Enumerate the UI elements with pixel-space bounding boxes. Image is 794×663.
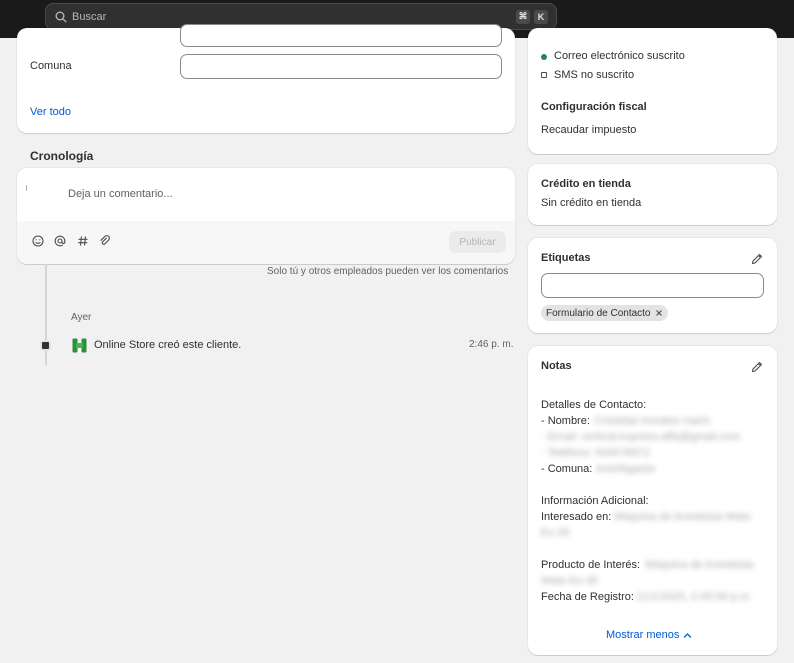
notes-title: Notas [541,360,572,372]
notes-product-value: Máquina de Anestesia [645,559,754,571]
online-store-icon [72,338,87,353]
notes-additional-header: Información Adicional: [541,495,649,507]
notes-comuna-label: - Comuna: [541,463,593,475]
edit-notes-pencil-icon[interactable] [750,360,764,374]
tax-settings-title: Configuración fiscal [541,101,647,113]
tags-input[interactable] [541,273,764,298]
emoji-icon[interactable] [31,234,45,248]
comuna-label: Comuna [30,60,72,72]
comuna-input[interactable] [180,54,502,79]
marketing-tax-card: Correo electrónico suscrito SMS no suscr… [528,28,777,154]
notes-interest-value-cont: Ex-35 [541,527,570,539]
tags-title: Etiquetas [541,252,591,264]
timeline-event-dot [40,340,51,351]
email-subscription-status: Correo electrónico suscrito [554,50,685,62]
notes-product-label: Producto de Interés: [541,559,641,571]
mention-icon[interactable] [53,234,67,248]
search-icon [55,11,67,23]
shortcut-key-k: K [534,9,548,24]
tags-card: Etiquetas Formulario de Contacto [528,238,777,333]
notes-card: Notas Detalles de Contacto: - Nombre: Cr… [528,346,777,655]
tax-settings-value: Recaudar impuesto [541,124,637,136]
notes-date-value: 21/1/2025, 2:45:59 p.m. [636,591,753,603]
see-all-link[interactable]: Ver todo [30,106,71,118]
notes-contact-header: Detalles de Contacto: [541,399,647,411]
publish-button[interactable]: Publicar [449,231,506,253]
comment-visibility-note: Solo tú y otros empleados pueden ver los… [267,266,509,277]
comment-toolbar: Publicar [17,221,515,264]
comment-input[interactable]: Deja un comentario... [68,188,173,200]
show-less-label: Mostrar menos [606,629,680,641]
address-card: Comuna Ver todo [17,24,515,133]
attach-icon[interactable] [98,234,112,248]
chevron-up-icon [684,632,692,638]
store-credit-value: Sin crédito en tienda [541,197,642,209]
notes-name-label: - Nombre: [541,415,590,427]
timeline-event-text: Online Store creó este cliente. [94,339,242,351]
notes-interest-value: Máquina de Anestesia Wato [614,511,751,523]
comment-avatar [26,185,29,191]
comment-box: Deja un comentario... Publicar [17,168,515,264]
shortcut-key-cmd: ⌘ [516,9,530,24]
store-credit-title: Crédito en tienda [541,178,631,190]
notes-product-value-cont: Wato Ex-35 [541,575,599,587]
notes-name-value: Cristobal morales marin [594,415,711,427]
address-field-top[interactable] [180,24,502,47]
notes-date-label: Fecha de Registro: [541,591,634,603]
remove-tag-close-icon[interactable] [655,309,663,317]
sms-status-dot [541,72,547,78]
hashtag-icon[interactable] [76,234,90,248]
search-input[interactable] [72,10,512,23]
sms-subscription-status: SMS no suscrito [554,69,635,81]
edit-tags-pencil-icon[interactable] [750,252,764,266]
timeline-date-header: Ayer [71,312,92,323]
timeline-event-time: 2:46 p. m. [469,339,514,350]
notes-comuna-value: Antofagasta [596,463,655,475]
email-status-dot [541,54,547,60]
store-credit-card: Crédito en tienda Sin crédito en tienda [528,164,777,225]
notes-phone-line: - Teléfono: 934578972 [541,447,651,459]
notes-email-line: - Email: certical.express.affa@gmail.com [541,431,741,443]
show-less-button[interactable]: Mostrar menos [606,629,692,641]
tag-chip: Formulario de Contacto [541,305,668,321]
notes-interest-label: Interesado en: [541,511,612,523]
tag-chip-label: Formulario de Contacto [546,307,651,319]
timeline-title: Cronología [30,149,94,163]
